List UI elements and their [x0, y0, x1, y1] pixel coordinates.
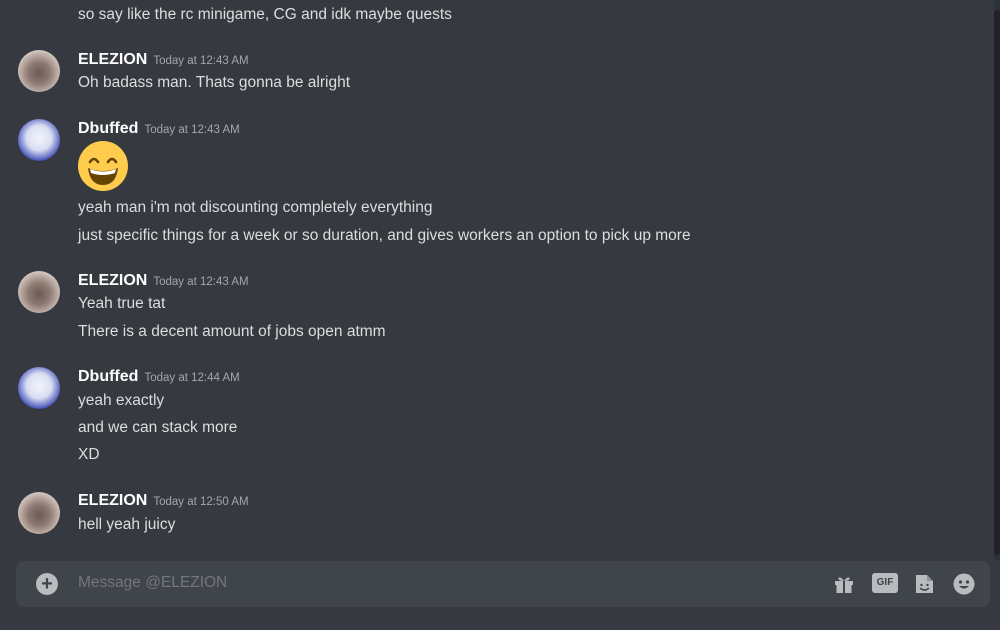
scrollbar-thumb[interactable]: [994, 10, 1000, 555]
gif-icon[interactable]: GIF: [872, 573, 898, 593]
avatar[interactable]: [18, 271, 60, 313]
message-line: Yeah true tat: [78, 295, 166, 312]
timestamp: Today at 12:43 AM: [153, 276, 249, 288]
avatar[interactable]: [18, 367, 60, 409]
message-line: There is a decent amount of jobs open at…: [78, 323, 386, 340]
message-header: ELEZION Today at 12:43 AM: [78, 51, 249, 69]
timestamp: Today at 12:43 AM: [153, 55, 249, 67]
username[interactable]: ELEZION: [78, 51, 147, 68]
avatar[interactable]: [18, 50, 60, 92]
message-line: yeah exactly: [78, 392, 165, 409]
sticker-icon[interactable]: [912, 572, 936, 596]
add-attachment-icon[interactable]: +: [36, 573, 58, 595]
message-composer[interactable]: + Message @ELEZION GIF: [16, 561, 990, 607]
message-line: just specific things for a week or so du…: [78, 227, 691, 244]
username[interactable]: ELEZION: [78, 492, 147, 509]
message-line: so say like the rc minigame, CG and idk …: [78, 6, 452, 23]
message-header: ELEZION Today at 12:43 AM: [78, 272, 249, 290]
message-header: Dbuffed Today at 12:43 AM: [78, 120, 240, 138]
username[interactable]: Dbuffed: [78, 368, 138, 385]
message-line: yeah man i'm not discounting completely …: [78, 199, 433, 216]
username[interactable]: Dbuffed: [78, 120, 138, 137]
timestamp: Today at 12:44 AM: [144, 372, 240, 384]
gift-icon[interactable]: [832, 572, 856, 596]
message-header: ELEZION Today at 12:50 AM: [78, 492, 249, 510]
username[interactable]: ELEZION: [78, 272, 147, 289]
avatar[interactable]: [18, 119, 60, 161]
message-header: Dbuffed Today at 12:44 AM: [78, 368, 240, 386]
message-line: hell yeah juicy: [78, 516, 176, 533]
grinning-emoji-icon[interactable]: [77, 140, 129, 192]
emoji-icon[interactable]: [952, 572, 976, 596]
message-line: and we can stack more: [78, 419, 238, 436]
avatar[interactable]: [18, 492, 60, 534]
message-line: Oh badass man. Thats gonna be alright: [78, 74, 350, 91]
message-input[interactable]: Message @ELEZION: [78, 574, 227, 592]
message-list[interactable]: so say like the rc minigame, CG and idk …: [0, 0, 1000, 560]
message-line: XD: [78, 446, 100, 463]
timestamp: Today at 12:50 AM: [153, 496, 249, 508]
timestamp: Today at 12:43 AM: [144, 124, 240, 136]
